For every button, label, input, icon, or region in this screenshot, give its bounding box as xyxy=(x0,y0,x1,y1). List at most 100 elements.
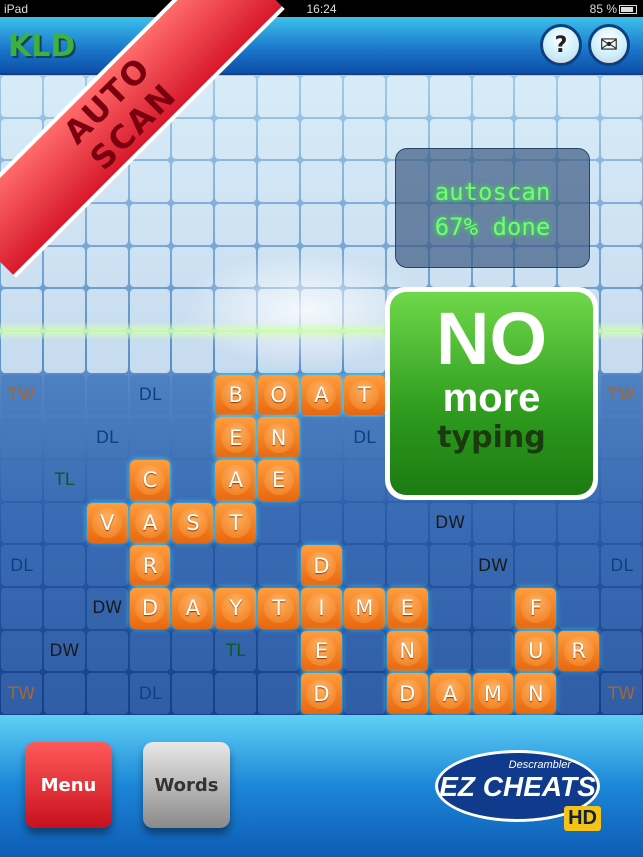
board-cell xyxy=(343,76,385,117)
tile-letter: S xyxy=(177,507,208,538)
board-cell xyxy=(1,630,42,672)
board-cell xyxy=(301,204,342,245)
board-cell xyxy=(515,545,557,586)
tile-letter: M xyxy=(477,678,508,709)
tile-letter: E xyxy=(392,593,423,624)
tile-letter: A xyxy=(220,465,251,496)
board-cell: I xyxy=(301,588,342,629)
board-cell xyxy=(172,246,214,288)
autoscan-label: autoscan xyxy=(434,178,551,206)
board-cell xyxy=(301,332,342,373)
board-cell: D xyxy=(301,673,342,714)
board-cell xyxy=(558,76,600,117)
letter-tile: E xyxy=(301,630,342,672)
board-cell xyxy=(43,332,85,373)
tile-letter: M xyxy=(349,593,380,624)
board-cell xyxy=(215,673,257,714)
words-button[interactable]: Words xyxy=(143,742,230,828)
board-cell xyxy=(1,460,42,501)
promo-line1: NO xyxy=(436,297,547,380)
ez-cheats-logo: Descrambler EZ CHEATS HD xyxy=(435,750,601,831)
board-cell: M xyxy=(472,673,514,714)
premium-square: DL xyxy=(129,673,171,714)
board-cell xyxy=(86,374,128,416)
board-cell: F xyxy=(515,588,557,629)
board-cell: B xyxy=(215,374,257,416)
board-cell: C xyxy=(129,460,171,501)
premium-square: DL xyxy=(86,417,128,458)
board-cell xyxy=(343,204,385,245)
board-cell xyxy=(258,673,300,714)
envelope-icon: ✉ xyxy=(599,32,619,58)
tile-letter: V xyxy=(92,507,123,538)
board-cell xyxy=(129,289,171,330)
menu-button[interactable]: Menu xyxy=(25,742,112,828)
status-bar: iPad 16:24 85 % xyxy=(0,0,643,17)
board-cell: S xyxy=(172,502,214,544)
brand-subtitle: Descrambler xyxy=(508,759,571,771)
tile-letter: Y xyxy=(220,593,251,624)
board-cell xyxy=(343,673,385,714)
no-more-typing-badge: NO more typing xyxy=(385,287,598,500)
board-cell xyxy=(301,161,342,202)
letter-tile: Y xyxy=(215,588,257,629)
board-cell xyxy=(43,289,85,330)
tile-letter: T xyxy=(349,379,380,410)
board-cell xyxy=(172,161,214,202)
bottom-bar: Menu Words Descrambler EZ CHEATS HD xyxy=(0,715,643,857)
board-cell: D xyxy=(386,673,428,714)
board-cell xyxy=(301,246,342,288)
board-cell xyxy=(43,545,85,586)
board-cell xyxy=(601,588,642,629)
board-cell xyxy=(1,289,42,330)
board-cell: O xyxy=(258,374,300,416)
board-cell: N xyxy=(258,417,300,458)
board-cell xyxy=(429,545,471,586)
letter-tile: D xyxy=(129,588,171,629)
tile-letter: N xyxy=(392,635,423,666)
tile-letter: E xyxy=(306,635,337,666)
letter-tile: S xyxy=(172,502,214,544)
letter-tile: T xyxy=(343,374,385,416)
board-cell: A xyxy=(301,374,342,416)
board-cell xyxy=(172,673,214,714)
board-cell xyxy=(172,332,214,373)
board-cell: V xyxy=(86,502,128,544)
letter-tile: N xyxy=(386,630,428,672)
board-cell: T xyxy=(258,588,300,629)
letter-tile: A xyxy=(429,673,471,714)
mail-button[interactable]: ✉ xyxy=(588,24,630,66)
board-cell xyxy=(172,417,214,458)
board-cell xyxy=(172,289,214,330)
board-cell xyxy=(429,630,471,672)
tile-letter: A xyxy=(306,379,337,410)
board-cell xyxy=(386,76,428,117)
premium-square: DW xyxy=(472,545,514,586)
board-cell: Y xyxy=(215,588,257,629)
board-cell xyxy=(472,630,514,672)
premium-square: DL xyxy=(601,545,642,586)
board-cell xyxy=(515,502,557,544)
board-cell: U xyxy=(515,630,557,672)
board-cell xyxy=(43,417,85,458)
board-cell xyxy=(343,246,385,288)
brand-name: EZ CHEATS xyxy=(439,771,596,802)
tile-letter: C xyxy=(135,465,166,496)
board-cell: M xyxy=(343,588,385,629)
board-cell xyxy=(386,502,428,544)
board-cell xyxy=(343,460,385,501)
premium-square: TL xyxy=(215,630,257,672)
help-button[interactable]: ? xyxy=(540,24,582,66)
letter-tile: B xyxy=(215,374,257,416)
clock: 16:24 xyxy=(306,2,337,16)
board-cell xyxy=(343,630,385,672)
board-cell xyxy=(86,289,128,330)
board-cell xyxy=(343,289,385,330)
letter-tile: E xyxy=(215,417,257,458)
board-cell xyxy=(129,417,171,458)
board-cell xyxy=(601,246,642,288)
board-cell: A xyxy=(172,588,214,629)
board-cell xyxy=(343,118,385,160)
board-cell xyxy=(472,588,514,629)
board-cell: N xyxy=(386,630,428,672)
